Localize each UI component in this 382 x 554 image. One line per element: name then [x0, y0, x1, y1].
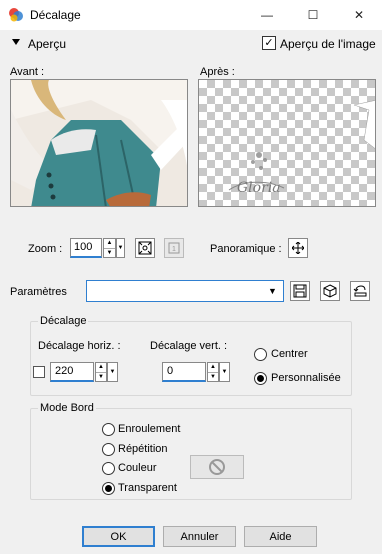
- cancel-button[interactable]: Annuler: [163, 526, 236, 547]
- watermark-text: Gloria: [237, 180, 281, 196]
- maximize-button[interactable]: ☐: [290, 0, 336, 30]
- horizontal-offset-input[interactable]: 220: [50, 362, 94, 382]
- edge-mode-group-title: Mode Bord: [38, 402, 96, 414]
- actual-size-icon: 1: [168, 242, 180, 254]
- zoom-dropdown-arrow-icon[interactable]: ▼: [116, 238, 125, 258]
- svg-text:1: 1: [172, 246, 176, 253]
- preview-on-image-checkbox[interactable]: ✓: [262, 36, 276, 50]
- minimize-button[interactable]: —: [244, 0, 290, 30]
- reset-icon: [353, 285, 367, 297]
- wrap-label[interactable]: Enroulement: [118, 423, 180, 435]
- zoom-spinner[interactable]: ▲ ▼: [103, 238, 116, 258]
- vertical-offset-spinner[interactable]: ▲ ▼: [207, 362, 219, 382]
- presets-label: Paramètres: [10, 286, 67, 298]
- after-preview[interactable]: Gloria: [198, 79, 376, 207]
- wrap-radio[interactable]: [102, 423, 115, 436]
- center-radio[interactable]: [254, 348, 267, 361]
- collapse-arrow-icon[interactable]: [12, 39, 20, 45]
- color-radio[interactable]: [102, 462, 115, 475]
- preview-toggle-label[interactable]: Aperçu: [28, 37, 66, 51]
- repeat-radio[interactable]: [102, 443, 115, 456]
- move-icon: [292, 242, 304, 254]
- transparent-label[interactable]: Transparent: [118, 482, 177, 494]
- cube-icon: [323, 284, 337, 298]
- zoom-input[interactable]: 100: [70, 238, 102, 258]
- vertical-offset-slider-arrow-icon[interactable]: ▼: [219, 362, 230, 382]
- pan-button[interactable]: [288, 238, 308, 258]
- pan-label: Panoramique :: [210, 243, 282, 255]
- color-swatch[interactable]: [190, 455, 244, 479]
- help-button[interactable]: Aide: [244, 526, 317, 547]
- zoom-actual-size-button[interactable]: 1: [164, 238, 184, 258]
- horizontal-offset-spinner[interactable]: ▲ ▼: [95, 362, 107, 382]
- presets-dropdown[interactable]: [86, 280, 284, 302]
- zoom-label: Zoom :: [28, 243, 63, 255]
- before-preview-image: [11, 80, 187, 206]
- no-color-icon: [209, 459, 225, 475]
- vertical-offset-input[interactable]: 0: [162, 362, 206, 382]
- offset-group-title: Décalage: [38, 315, 89, 327]
- before-label: Avant :: [10, 66, 45, 78]
- close-button[interactable]: ✕: [336, 0, 382, 30]
- link-offsets-checkbox[interactable]: [33, 366, 45, 378]
- color-label[interactable]: Couleur: [118, 462, 157, 474]
- chevron-down-icon[interactable]: ▼: [268, 286, 277, 296]
- window-title: Décalage: [30, 8, 81, 22]
- horizontal-offset-slider-arrow-icon[interactable]: ▼: [107, 362, 118, 382]
- save-icon: [293, 284, 307, 298]
- repeat-label[interactable]: Répétition: [118, 443, 168, 455]
- zoom-fit-button[interactable]: [135, 238, 155, 258]
- horizontal-offset-label: Décalage horiz. :: [38, 340, 121, 352]
- after-label: Après :: [200, 66, 235, 78]
- custom-label[interactable]: Personnalisée: [271, 372, 341, 384]
- resource-manager-button[interactable]: [320, 281, 340, 301]
- fit-window-icon: [138, 241, 152, 255]
- center-label[interactable]: Centrer: [271, 348, 308, 360]
- save-preset-button[interactable]: [290, 281, 310, 301]
- custom-radio[interactable]: [254, 372, 267, 385]
- transparent-radio[interactable]: [102, 482, 115, 495]
- app-icon: [8, 7, 24, 23]
- preview-on-image-label[interactable]: Aperçu de l'image: [280, 37, 376, 51]
- vertical-offset-label: Décalage vert. :: [150, 340, 228, 352]
- after-preview-image: [228, 100, 375, 191]
- before-preview[interactable]: [10, 79, 188, 207]
- edge-mode-group: [30, 408, 352, 500]
- reset-button[interactable]: [350, 281, 370, 301]
- ok-button[interactable]: OK: [82, 526, 155, 547]
